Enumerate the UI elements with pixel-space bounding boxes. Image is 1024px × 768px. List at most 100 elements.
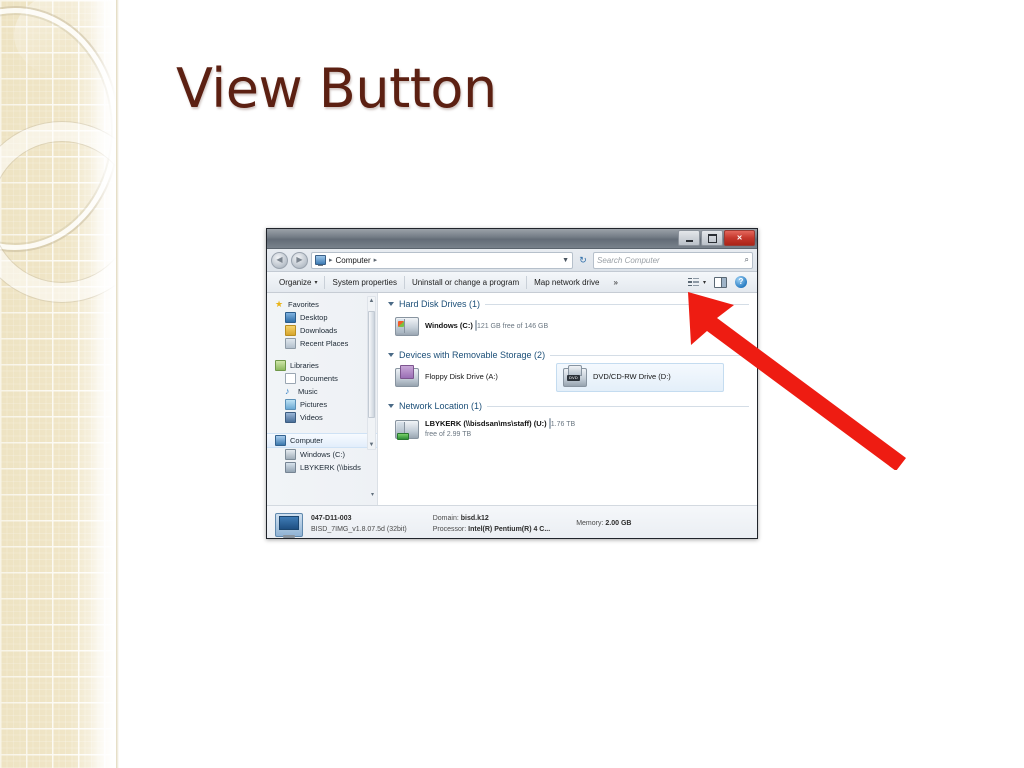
drive-tile-selected[interactable]: DVD/CD-RW Drive (D:) (556, 363, 724, 392)
minimize-button[interactable] (678, 230, 700, 246)
desktop-icon (285, 312, 296, 323)
refresh-button[interactable]: ↻ (576, 253, 590, 268)
downloads-folder-icon (285, 325, 296, 336)
sidebar-item-computer[interactable]: Computer (267, 433, 377, 448)
image-name: BISD_7IMG_v1.8.07.5d (32bit) (311, 525, 407, 533)
sidebar-item-label: Documents (300, 374, 338, 383)
address-bar: ◀ ▶ ▸ Computer ▸ ▼ ↻ Search Computer ⌕ (267, 249, 757, 272)
nav-group-libraries: Libraries Documents ♪ Music Pictures Vid… (267, 359, 377, 424)
nav-more-icon[interactable]: ▾ (371, 491, 374, 498)
sidebar-item-downloads[interactable]: Downloads (267, 324, 377, 337)
sidebar-item-favorites[interactable]: ★ Favorites (267, 298, 377, 311)
floppy-drive-icon (395, 365, 419, 387)
sidebar-item-lbykerk[interactable]: LBYKERK (\\bisds (267, 461, 377, 474)
forward-icon: ▶ (296, 255, 303, 264)
breadcrumb-chevron-icon: ▸ (329, 257, 333, 264)
band-edge-shadow (116, 0, 119, 768)
sidebar-item-libraries[interactable]: Libraries (267, 359, 377, 372)
navigation-pane: ★ Favorites Desktop Downloads Recent Pla… (267, 293, 378, 505)
windows-explorer-window: ✕ ◀ ▶ ▸ Computer ▸ ▼ ↻ Search Computer ⌕… (266, 228, 758, 539)
map-network-drive-button[interactable]: Map network drive (527, 273, 606, 291)
libraries-icon (275, 360, 286, 371)
collapse-triangle-icon[interactable] (388, 353, 394, 357)
breadcrumb-dropdown-icon[interactable]: ▼ (562, 257, 569, 264)
search-icon: ⌕ (744, 255, 749, 264)
breadcrumb[interactable]: ▸ Computer ▸ ▼ (311, 251, 573, 269)
documents-icon (285, 373, 296, 384)
drive-name: Windows (C:) (425, 321, 473, 331)
content-pane: Hard Disk Drives (1) Windows (C:) 121 GB… (378, 293, 757, 505)
search-input[interactable]: Search Computer ⌕ (593, 251, 753, 269)
sidebar-item-windows-c[interactable]: Windows (C:) (267, 448, 377, 461)
details-columns: 047-D11-003 BISD_7IMG_v1.8.07.5d (32bit)… (311, 514, 631, 536)
drive-info: LBYKERK (\\bisdsan\ms\staff) (U:) 1.76 T… (425, 418, 581, 440)
sidebar-item-music[interactable]: ♪ Music (267, 385, 377, 398)
group-title: Network Location (1) (399, 401, 483, 411)
window-controls: ✕ (678, 230, 755, 246)
sidebar-item-videos[interactable]: Videos (267, 411, 377, 424)
sidebar-item-label: Windows (C:) (300, 450, 346, 459)
group-header-network-location[interactable]: Network Location (1) (388, 401, 749, 411)
sidebar-item-pictures[interactable]: Pictures (267, 398, 377, 411)
computer-icon (315, 255, 326, 266)
view-button[interactable]: ▾ (685, 273, 709, 291)
forward-button[interactable]: ▶ (291, 251, 308, 269)
drive-tile[interactable]: LBYKERK (\\bisdsan\ms\staff) (U:) 1.76 T… (388, 414, 588, 445)
back-icon: ◀ (276, 255, 283, 264)
drive-tiles-network: LBYKERK (\\bisdsan\ms\staff) (U:) 1.76 T… (388, 414, 749, 445)
view-list-icon (687, 277, 700, 288)
group-divider (487, 405, 749, 407)
domain-value: bisd.k12 (460, 514, 489, 522)
toolbar-overflow-button[interactable]: » (606, 273, 624, 291)
sidebar-item-label: Pictures (300, 400, 328, 409)
page-title: View Button (176, 57, 497, 120)
sidebar-item-label: LBYKERK (\\bisds (300, 463, 361, 472)
star-icon: ★ (275, 299, 284, 309)
drive-tiles-removable: Floppy Disk Drive (A:) DVD/CD-RW Drive (… (388, 363, 749, 392)
close-button[interactable]: ✕ (724, 230, 755, 246)
group-title: Hard Disk Drives (1) (399, 299, 481, 309)
memory-key: Memory: (576, 520, 604, 528)
sidebar-item-documents[interactable]: Documents (267, 372, 377, 385)
drive-info: Windows (C:) 121 GB free of 146 GB (425, 320, 548, 332)
scroll-up-icon[interactable]: ▲ (368, 297, 375, 305)
sidebar-item-recent-places[interactable]: Recent Places (267, 337, 377, 350)
back-button[interactable]: ◀ (271, 251, 288, 269)
scroll-down-icon[interactable]: ▼ (368, 441, 375, 449)
drive-tile[interactable]: Windows (C:) 121 GB free of 146 GB (388, 312, 556, 341)
details-pane: 047-D11-003 BISD_7IMG_v1.8.07.5d (32bit)… (267, 505, 757, 538)
organize-label: Organize (279, 277, 312, 287)
system-properties-button[interactable]: System properties (325, 273, 403, 291)
navigation-pane-scrollbar[interactable]: ▲ ▼ (367, 296, 376, 450)
window-titlebar: ✕ (267, 229, 757, 249)
sidebar-item-desktop[interactable]: Desktop (267, 311, 377, 324)
breadcrumb-item-computer[interactable]: Computer (336, 256, 371, 265)
sidebar-item-label: Favorites (288, 300, 319, 309)
drive-tile[interactable]: Floppy Disk Drive (A:) (388, 363, 556, 392)
group-divider (485, 303, 749, 305)
organize-button[interactable]: Organize ▾ (272, 273, 324, 291)
processor-key: Processor: (432, 525, 467, 533)
preview-pane-button[interactable] (711, 273, 730, 291)
computer-icon (275, 512, 303, 538)
sidebar-item-label: Downloads (300, 326, 338, 335)
group-title: Devices with Removable Storage (2) (399, 350, 546, 360)
collapse-triangle-icon[interactable] (388, 404, 394, 408)
group-header-hard-disk-drives[interactable]: Hard Disk Drives (1) (388, 299, 749, 309)
uninstall-or-change-program-button[interactable]: Uninstall or change a program (405, 273, 526, 291)
chevron-down-icon: ▾ (314, 279, 318, 286)
sidebar-item-label: Recent Places (300, 339, 349, 348)
group-header-removable-storage[interactable]: Devices with Removable Storage (2) (388, 350, 749, 360)
drive-tiles-hard-disk: Windows (C:) 121 GB free of 146 GB (388, 312, 749, 341)
processor-value: Intel(R) Pentium(R) 4 C... (468, 525, 551, 533)
maximize-button[interactable] (701, 230, 723, 246)
view-dropdown-icon[interactable]: ▾ (703, 279, 706, 286)
minimize-icon (685, 239, 693, 242)
collapse-triangle-icon[interactable] (388, 302, 394, 306)
explorer-toolbar: Organize ▾ System properties Uninstall o… (267, 272, 757, 293)
scrollbar-thumb[interactable] (368, 311, 375, 418)
breadcrumb-chevron-icon-2[interactable]: ▸ (374, 256, 378, 264)
refresh-icon: ↻ (579, 254, 587, 265)
help-button[interactable]: ? (732, 273, 750, 291)
help-icon: ? (735, 276, 747, 288)
